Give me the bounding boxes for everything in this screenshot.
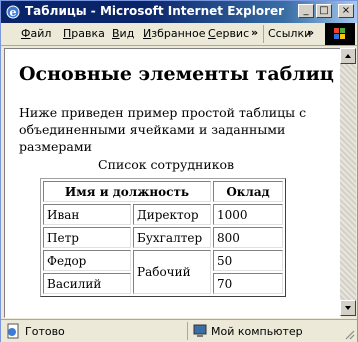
menu-edit[interactable]: Правка	[63, 27, 105, 40]
window-title: Таблицы - Microsoft Internet Explorer	[25, 4, 285, 18]
table-header-row: Имя и должность Оклад	[43, 181, 283, 202]
svg-text:e: e	[10, 6, 17, 19]
menu-file[interactable]: Файл	[21, 27, 51, 40]
scroll-track[interactable]	[340, 64, 356, 300]
table-row: Иван Директор 1000	[43, 204, 283, 225]
page-content: Основные элементы таблиц Ниже приведен п…	[4, 48, 341, 318]
cell-salary: 70	[213, 273, 283, 294]
table-row: Петр Бухгалтер 800	[43, 227, 283, 248]
cell-name: Иван	[43, 204, 131, 225]
browser-window: e Таблицы - Microsoft Internet Explorer …	[0, 0, 358, 342]
scroll-down-button[interactable]	[340, 300, 356, 316]
table-caption: Список сотрудников	[98, 157, 235, 172]
menu-tools[interactable]: Сервис	[208, 27, 249, 40]
menu-view[interactable]: Вид	[112, 27, 134, 40]
cell-salary: 800	[213, 227, 283, 248]
arrow-down-icon	[345, 306, 351, 310]
title-bar: e Таблицы - Microsoft Internet Explorer …	[1, 1, 357, 23]
status-bar: Готово Мой компьютер	[1, 319, 357, 342]
close-button[interactable]: ×	[338, 4, 354, 18]
resize-grip-icon[interactable]	[343, 328, 355, 340]
intro-text: Ниже приведен пример простой таблицы с о…	[19, 105, 307, 154]
cell-salary: 50	[213, 250, 283, 271]
links-overflow-chevron[interactable]: »	[307, 26, 314, 39]
page-icon	[7, 323, 19, 339]
ie-icon: e	[6, 5, 20, 19]
scroll-up-button[interactable]	[340, 48, 356, 64]
minimize-button[interactable]: _	[298, 4, 314, 18]
cell-position: Бухгалтер	[133, 227, 211, 248]
staff-table: Имя и должность Оклад Иван Директор 1000…	[40, 178, 286, 297]
header-salary: Оклад	[213, 181, 283, 202]
cell-salary: 1000	[213, 204, 283, 225]
cell-name: Василий	[43, 273, 131, 294]
vertical-scrollbar[interactable]	[340, 48, 356, 316]
cell-position-merged: Рабочий	[133, 250, 211, 294]
menu-bar: Файл Правка Вид Избранное Сервис » Ссылк…	[1, 23, 357, 46]
windows-logo-icon	[325, 23, 355, 45]
cell-name: Петр	[43, 227, 131, 248]
computer-icon	[193, 324, 207, 337]
zone-text: Мой компьютер	[211, 325, 303, 338]
page-heading: Основные элементы таблиц	[19, 63, 334, 85]
maximize-button[interactable]: □	[316, 4, 332, 18]
cell-name: Федор	[43, 250, 131, 271]
menu-overflow-chevron[interactable]: »	[251, 26, 258, 39]
menu-favorites[interactable]: Избранное	[143, 27, 205, 40]
table-row: Федор Рабочий 50	[43, 250, 283, 294]
cell-position: Директор	[133, 204, 211, 225]
arrow-up-icon	[345, 54, 351, 58]
status-divider	[187, 322, 188, 340]
header-name-position: Имя и должность	[43, 181, 211, 202]
status-text: Готово	[25, 325, 65, 338]
